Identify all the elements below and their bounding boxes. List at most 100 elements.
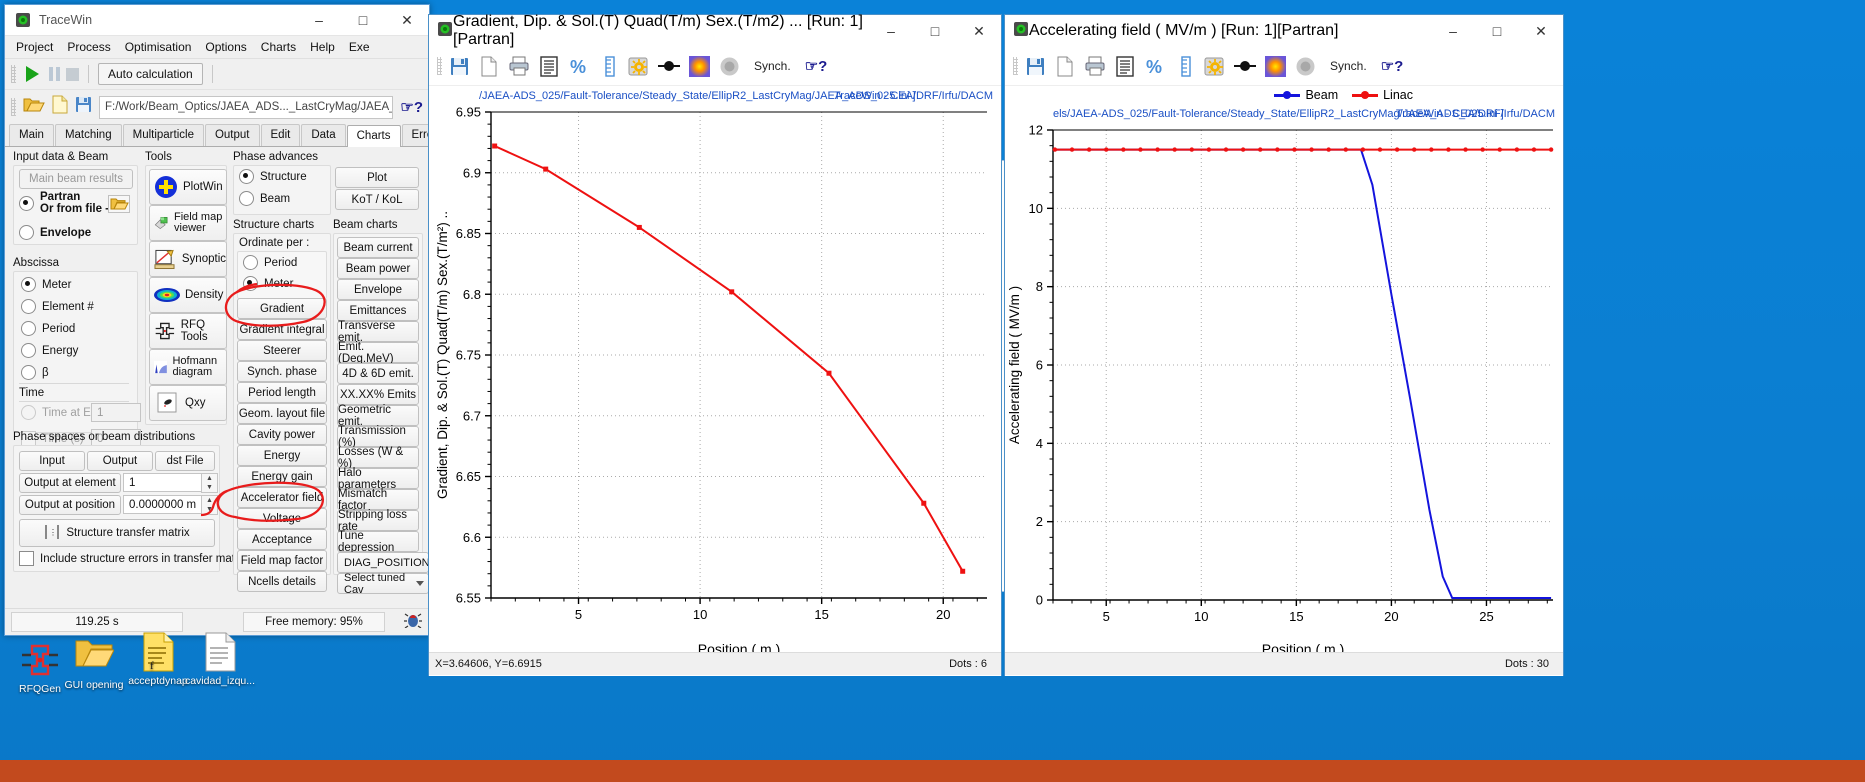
run-button[interactable] [26, 66, 39, 82]
radio-beta[interactable]: β [21, 365, 49, 380]
dst-file-button[interactable]: dst File [155, 451, 215, 471]
auto-calculation-button[interactable]: Auto calculation [98, 63, 203, 85]
percent-icon[interactable]: % [566, 53, 592, 79]
gradient-chart-minimize-button[interactable]: – [869, 16, 913, 46]
beam-current-button[interactable]: Beam current [337, 237, 419, 258]
list-icon[interactable] [1112, 53, 1138, 79]
output-at-element-stepper[interactable]: ▲ ▼ [201, 473, 218, 493]
copy-icon[interactable] [1052, 53, 1078, 79]
tab-output[interactable]: Output [204, 124, 260, 146]
gradient-plot-area[interactable]: /JAEA-ADS_025/Fault-Tolerance/Steady_Sta… [429, 86, 1001, 676]
voltage-button[interactable]: Voltage [237, 508, 327, 529]
taskbar[interactable] [0, 760, 1865, 782]
pause-button[interactable] [49, 67, 60, 81]
run-toolbar[interactable]: Auto calculation [5, 59, 429, 90]
menu-charts[interactable]: Charts [254, 38, 303, 56]
menu-optimisation[interactable]: Optimisation [118, 38, 199, 56]
input-button[interactable]: Input [19, 451, 85, 471]
beam-power-button[interactable]: Beam power [337, 258, 419, 279]
synch-phase-button[interactable]: Synch. phase [237, 361, 327, 382]
field-map-factor-button[interactable]: Field map factor [237, 550, 327, 571]
project-path-toolbar[interactable]: F:/Work/Beam_Optics/JAEA_ADS..._LastCryM… [5, 90, 429, 124]
ruler-icon[interactable] [596, 53, 622, 79]
radio-beam[interactable]: Beam [239, 191, 290, 206]
menu-exe[interactable]: Exe [342, 38, 377, 56]
print-icon[interactable] [506, 53, 532, 79]
help-cursor-icon-mid[interactable]: ☞? [805, 57, 828, 75]
toolbar-grip[interactable] [11, 65, 16, 83]
maximize-button[interactable]: □ [341, 5, 385, 35]
accelerating-field-synch-label[interactable]: Synch. [1330, 59, 1367, 73]
save-icon[interactable] [1022, 53, 1048, 79]
energy-button[interactable]: Energy [237, 445, 327, 466]
gradient-chart-maximize-button[interactable]: □ [913, 16, 957, 46]
tab-bar[interactable]: Main Matching Multiparticle Output Edit … [5, 124, 489, 147]
transverse-emit-button[interactable]: Transverse emit. [337, 320, 419, 344]
accelerating-field-toolbar-grip[interactable] [1013, 57, 1018, 75]
losses-button[interactable]: Losses (W & %) [337, 446, 419, 470]
status-bug-icon[interactable] [403, 612, 423, 633]
save-icon[interactable] [75, 96, 92, 118]
tracewin-titlebar[interactable]: TraceWin – □ ✕ [5, 5, 429, 36]
gradient-chart-close-button[interactable]: ✕ [957, 16, 1001, 46]
accelerating-field-chart-window[interactable]: Accelerating field ( MV/m ) [Run: 1][Par… [1004, 14, 1564, 676]
acceptance-button[interactable]: Acceptance [237, 529, 327, 550]
marker-icon[interactable] [1232, 53, 1258, 79]
output-at-position-input[interactable]: 0.0000000 m [123, 495, 211, 514]
output-at-position-stepper[interactable]: ▲ ▼ [201, 495, 218, 515]
new-file-icon[interactable] [52, 95, 68, 119]
help-cursor-icon-right[interactable]: ☞? [1381, 57, 1404, 75]
time-at-element-input[interactable]: 1 [91, 403, 141, 422]
tab-edit[interactable]: Edit [260, 124, 301, 146]
kot-kol-button[interactable]: KoT / KoL [335, 189, 419, 210]
tool-rfq-tools-button[interactable]: RFQ Tools [149, 313, 227, 349]
output-at-position-button[interactable]: Output at position [19, 495, 121, 515]
gradient-chart-titlebar[interactable]: Gradient, Dip. & Sol.(T) Quad(T/m) Sex.(… [429, 13, 1001, 48]
radio-period[interactable]: Period [21, 321, 75, 336]
glow-icon[interactable] [686, 53, 712, 79]
ncells-details-button[interactable]: Ncells details [237, 571, 327, 592]
period-length-button[interactable]: Period length [237, 382, 327, 403]
copy-icon[interactable] [476, 53, 502, 79]
ruler-icon[interactable] [1172, 53, 1198, 79]
tab-matching[interactable]: Matching [54, 124, 122, 146]
plot-button[interactable]: Plot [335, 167, 419, 188]
open-folder-icon[interactable] [23, 96, 45, 119]
close-button[interactable]: ✕ [385, 5, 429, 35]
mismatch-factor-button[interactable]: Mismatch factor [337, 488, 419, 512]
steerer-button[interactable]: Steerer [237, 340, 327, 361]
halo-parameters-button[interactable]: Halo parameters [337, 467, 419, 491]
tool-synoptic-button[interactable]: Synoptic [149, 241, 227, 277]
tune-depression-button[interactable]: Tune depression [337, 530, 419, 554]
save-icon[interactable] [446, 53, 472, 79]
accelerator-field-button[interactable]: Accelerator field [237, 487, 327, 508]
tracewin-window-controls[interactable]: – □ ✕ [297, 5, 429, 35]
menu-process[interactable]: Process [60, 38, 117, 56]
xx-percent-emits-button[interactable]: XX.XX% Emits [337, 384, 419, 405]
stripping-loss-rate-button[interactable]: Stripping loss rate [337, 509, 419, 533]
select-tuned-cav-dropdown[interactable]: Select tuned Cav [337, 572, 429, 596]
settings-icon[interactable] [1202, 53, 1228, 79]
glow-icon[interactable] [1262, 53, 1288, 79]
tab-main[interactable]: Main [9, 124, 54, 146]
path-toolbar-grip[interactable] [11, 98, 16, 116]
geometric-emit-button[interactable]: Geometric emit. [337, 404, 419, 428]
gradient-chart-toolbar-grip[interactable] [437, 57, 442, 75]
main-beam-results-button[interactable]: Main beam results [19, 169, 133, 189]
dim-icon[interactable] [716, 53, 742, 79]
envelope-button[interactable]: Envelope [337, 279, 419, 300]
list-icon[interactable] [536, 53, 562, 79]
gradient-integral-button[interactable]: Gradient integral [237, 319, 327, 340]
4d-6d-emit-button[interactable]: 4D & 6D emit. [337, 363, 419, 384]
gradient-chart-toolbar[interactable]: % Synch. ☞? [429, 47, 1001, 86]
cavity-power-button[interactable]: Cavity power [237, 424, 327, 445]
dim-icon[interactable] [1292, 53, 1318, 79]
tracewin-window[interactable]: TraceWin – □ ✕ Project Process Optimisat… [4, 4, 489, 636]
tool-field-map-viewer-button[interactable]: Field map viewer [149, 205, 227, 241]
diag-position-dropdown[interactable]: DIAG_POSITION [337, 552, 438, 573]
tab-charts[interactable]: Charts [346, 125, 401, 147]
transmission-button[interactable]: Transmission (%) [337, 425, 419, 449]
tool-density-button[interactable]: Density [149, 277, 227, 313]
project-path-input[interactable]: F:/Work/Beam_Optics/JAEA_ADS..._LastCryM… [99, 95, 394, 119]
structure-transfer-matrix-button[interactable]: ⋮⋮ Structure transfer matrix [19, 519, 215, 547]
